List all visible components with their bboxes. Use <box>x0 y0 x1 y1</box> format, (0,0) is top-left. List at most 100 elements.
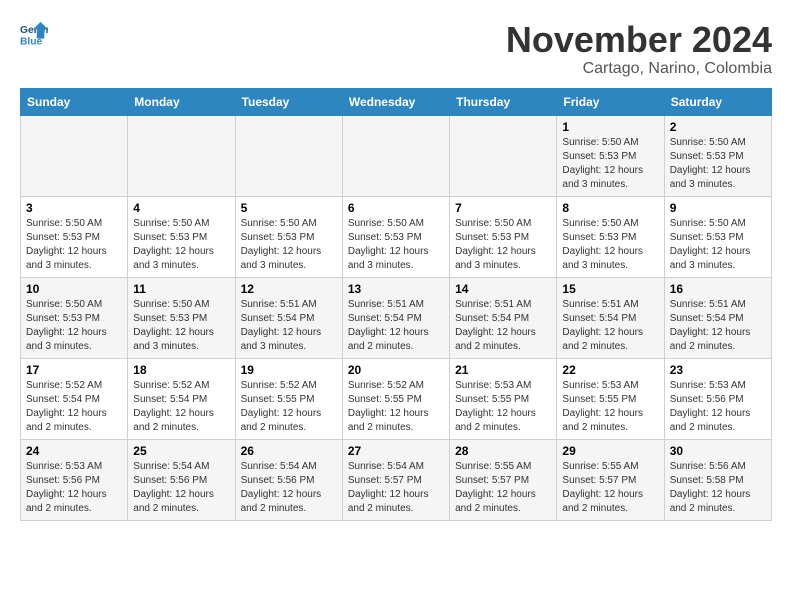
day-info: Sunrise: 5:50 AM Sunset: 5:53 PM Dayligh… <box>670 136 766 192</box>
day-cell: 8Sunrise: 5:50 AM Sunset: 5:53 PM Daylig… <box>557 196 664 277</box>
day-cell: 3 Sunrise: 5:50 AM Sunset: 5:53 PM Daylig… <box>21 196 128 277</box>
day-cell: 11 Sunrise: 5:50 AM Sunset: 5:53 PM Dayli… <box>128 277 235 358</box>
weekday-row: SundayMondayTuesdayWednesdayThursdayFrid… <box>21 88 772 115</box>
day-info: Sunrise: 5:50 AM Sunset: 5:53 PM Dayligh… <box>26 298 122 354</box>
weekday-header-sunday: Sunday <box>21 88 128 115</box>
header: General Blue November 2024 Cartago, Nari… <box>20 20 772 78</box>
day-cell: 24 Sunrise: 5:53 AM Sunset: 5:56 PM Dayli… <box>21 439 128 520</box>
day-cell: 27 Sunrise: 5:54 AM Sunset: 5:57 PM Dayli… <box>342 439 449 520</box>
day-number: 3 <box>26 201 122 215</box>
day-info: Sunrise: 5:56 AM Sunset: 5:58 PM Dayligh… <box>670 460 766 516</box>
day-cell <box>128 115 235 196</box>
day-info: Sunrise: 5:50 AM Sunset: 5:53 PM Dayligh… <box>241 217 337 273</box>
day-info: Sunrise: 5:51 AM Sunset: 5:54 PM Dayligh… <box>670 298 766 354</box>
day-number: 12 <box>241 282 337 296</box>
day-number: 13 <box>348 282 444 296</box>
day-cell: 10 Sunrise: 5:50 AM Sunset: 5:53 PM Dayli… <box>21 277 128 358</box>
day-cell: 29 Sunrise: 5:55 AM Sunset: 5:57 PM Dayli… <box>557 439 664 520</box>
day-info: Sunrise: 5:52 AM Sunset: 5:54 PM Dayligh… <box>26 379 122 435</box>
day-cell: 17 Sunrise: 5:52 AM Sunset: 5:54 PM Dayli… <box>21 358 128 439</box>
title-area: November 2024 Cartago, Narino, Colombia <box>506 20 772 78</box>
day-cell: 5Sunrise: 5:50 AM Sunset: 5:53 PM Daylig… <box>235 196 342 277</box>
day-info: Sunrise: 5:52 AM Sunset: 5:55 PM Dayligh… <box>348 379 444 435</box>
day-cell: 7Sunrise: 5:50 AM Sunset: 5:53 PM Daylig… <box>450 196 557 277</box>
day-cell: 20Sunrise: 5:52 AM Sunset: 5:55 PM Dayli… <box>342 358 449 439</box>
day-cell: 22 Sunrise: 5:53 AM Sunset: 5:55 PM Dayli… <box>557 358 664 439</box>
day-info: Sunrise: 5:55 AM Sunset: 5:57 PM Dayligh… <box>562 460 658 516</box>
day-cell: 19Sunrise: 5:52 AM Sunset: 5:55 PM Dayli… <box>235 358 342 439</box>
day-info: Sunrise: 5:50 AM Sunset: 5:53 PM Dayligh… <box>562 136 658 192</box>
day-cell: 30 Sunrise: 5:56 AM Sunset: 5:58 PM Dayli… <box>664 439 771 520</box>
day-cell <box>235 115 342 196</box>
day-number: 14 <box>455 282 551 296</box>
day-number: 18 <box>133 363 229 377</box>
day-cell: 16 Sunrise: 5:51 AM Sunset: 5:54 PM Dayli… <box>664 277 771 358</box>
day-cell: 28Sunrise: 5:55 AM Sunset: 5:57 PM Dayli… <box>450 439 557 520</box>
weekday-header-thursday: Thursday <box>450 88 557 115</box>
day-cell: 15Sunrise: 5:51 AM Sunset: 5:54 PM Dayli… <box>557 277 664 358</box>
day-info: Sunrise: 5:52 AM Sunset: 5:54 PM Dayligh… <box>133 379 229 435</box>
week-row-3: 10 Sunrise: 5:50 AM Sunset: 5:53 PM Dayli… <box>21 277 772 358</box>
day-number: 30 <box>670 444 766 458</box>
day-number: 22 <box>562 363 658 377</box>
day-info: Sunrise: 5:50 AM Sunset: 5:53 PM Dayligh… <box>562 217 658 273</box>
day-info: Sunrise: 5:51 AM Sunset: 5:54 PM Dayligh… <box>455 298 551 354</box>
day-info: Sunrise: 5:50 AM Sunset: 5:53 PM Dayligh… <box>133 217 229 273</box>
day-info: Sunrise: 5:53 AM Sunset: 5:55 PM Dayligh… <box>455 379 551 435</box>
day-number: 11 <box>133 282 229 296</box>
day-number: 29 <box>562 444 658 458</box>
day-info: Sunrise: 5:54 AM Sunset: 5:57 PM Dayligh… <box>348 460 444 516</box>
day-cell: 12 Sunrise: 5:51 AM Sunset: 5:54 PM Dayli… <box>235 277 342 358</box>
day-cell: 1Sunrise: 5:50 AM Sunset: 5:53 PM Daylig… <box>557 115 664 196</box>
day-number: 24 <box>26 444 122 458</box>
day-number: 9 <box>670 201 766 215</box>
weekday-header-wednesday: Wednesday <box>342 88 449 115</box>
day-cell <box>450 115 557 196</box>
day-number: 28 <box>455 444 551 458</box>
day-info: Sunrise: 5:51 AM Sunset: 5:54 PM Dayligh… <box>241 298 337 354</box>
day-number: 25 <box>133 444 229 458</box>
day-cell: 13Sunrise: 5:51 AM Sunset: 5:54 PM Dayli… <box>342 277 449 358</box>
calendar-table: SundayMondayTuesdayWednesdayThursdayFrid… <box>20 88 772 521</box>
day-number: 7 <box>455 201 551 215</box>
day-number: 23 <box>670 363 766 377</box>
day-number: 2 <box>670 120 766 134</box>
week-row-1: 1Sunrise: 5:50 AM Sunset: 5:53 PM Daylig… <box>21 115 772 196</box>
day-info: Sunrise: 5:50 AM Sunset: 5:53 PM Dayligh… <box>670 217 766 273</box>
day-cell: 4 Sunrise: 5:50 AM Sunset: 5:53 PM Daylig… <box>128 196 235 277</box>
day-info: Sunrise: 5:50 AM Sunset: 5:53 PM Dayligh… <box>26 217 122 273</box>
day-cell <box>342 115 449 196</box>
day-cell: 9 Sunrise: 5:50 AM Sunset: 5:53 PM Daylig… <box>664 196 771 277</box>
calendar-body: 1Sunrise: 5:50 AM Sunset: 5:53 PM Daylig… <box>21 115 772 520</box>
day-cell: 2 Sunrise: 5:50 AM Sunset: 5:53 PM Daylig… <box>664 115 771 196</box>
day-number: 17 <box>26 363 122 377</box>
day-number: 4 <box>133 201 229 215</box>
day-info: Sunrise: 5:53 AM Sunset: 5:56 PM Dayligh… <box>26 460 122 516</box>
day-info: Sunrise: 5:53 AM Sunset: 5:56 PM Dayligh… <box>670 379 766 435</box>
week-row-2: 3 Sunrise: 5:50 AM Sunset: 5:53 PM Daylig… <box>21 196 772 277</box>
day-cell: 21 Sunrise: 5:53 AM Sunset: 5:55 PM Dayli… <box>450 358 557 439</box>
weekday-header-monday: Monday <box>128 88 235 115</box>
logo: General Blue <box>20 20 48 48</box>
day-number: 10 <box>26 282 122 296</box>
day-number: 19 <box>241 363 337 377</box>
day-number: 15 <box>562 282 658 296</box>
day-cell: 25Sunrise: 5:54 AM Sunset: 5:56 PM Dayli… <box>128 439 235 520</box>
day-number: 21 <box>455 363 551 377</box>
subtitle: Cartago, Narino, Colombia <box>506 60 772 78</box>
day-cell: 18 Sunrise: 5:52 AM Sunset: 5:54 PM Dayli… <box>128 358 235 439</box>
month-title: November 2024 <box>506 20 772 60</box>
day-cell: 23 Sunrise: 5:53 AM Sunset: 5:56 PM Dayli… <box>664 358 771 439</box>
day-info: Sunrise: 5:50 AM Sunset: 5:53 PM Dayligh… <box>133 298 229 354</box>
day-info: Sunrise: 5:54 AM Sunset: 5:56 PM Dayligh… <box>241 460 337 516</box>
day-cell: 14 Sunrise: 5:51 AM Sunset: 5:54 PM Dayli… <box>450 277 557 358</box>
day-info: Sunrise: 5:53 AM Sunset: 5:55 PM Dayligh… <box>562 379 658 435</box>
calendar-header: SundayMondayTuesdayWednesdayThursdayFrid… <box>21 88 772 115</box>
week-row-5: 24 Sunrise: 5:53 AM Sunset: 5:56 PM Dayli… <box>21 439 772 520</box>
weekday-header-friday: Friday <box>557 88 664 115</box>
day-cell <box>21 115 128 196</box>
logo-icon: General Blue <box>20 20 48 48</box>
day-number: 27 <box>348 444 444 458</box>
week-row-4: 17 Sunrise: 5:52 AM Sunset: 5:54 PM Dayli… <box>21 358 772 439</box>
day-number: 16 <box>670 282 766 296</box>
